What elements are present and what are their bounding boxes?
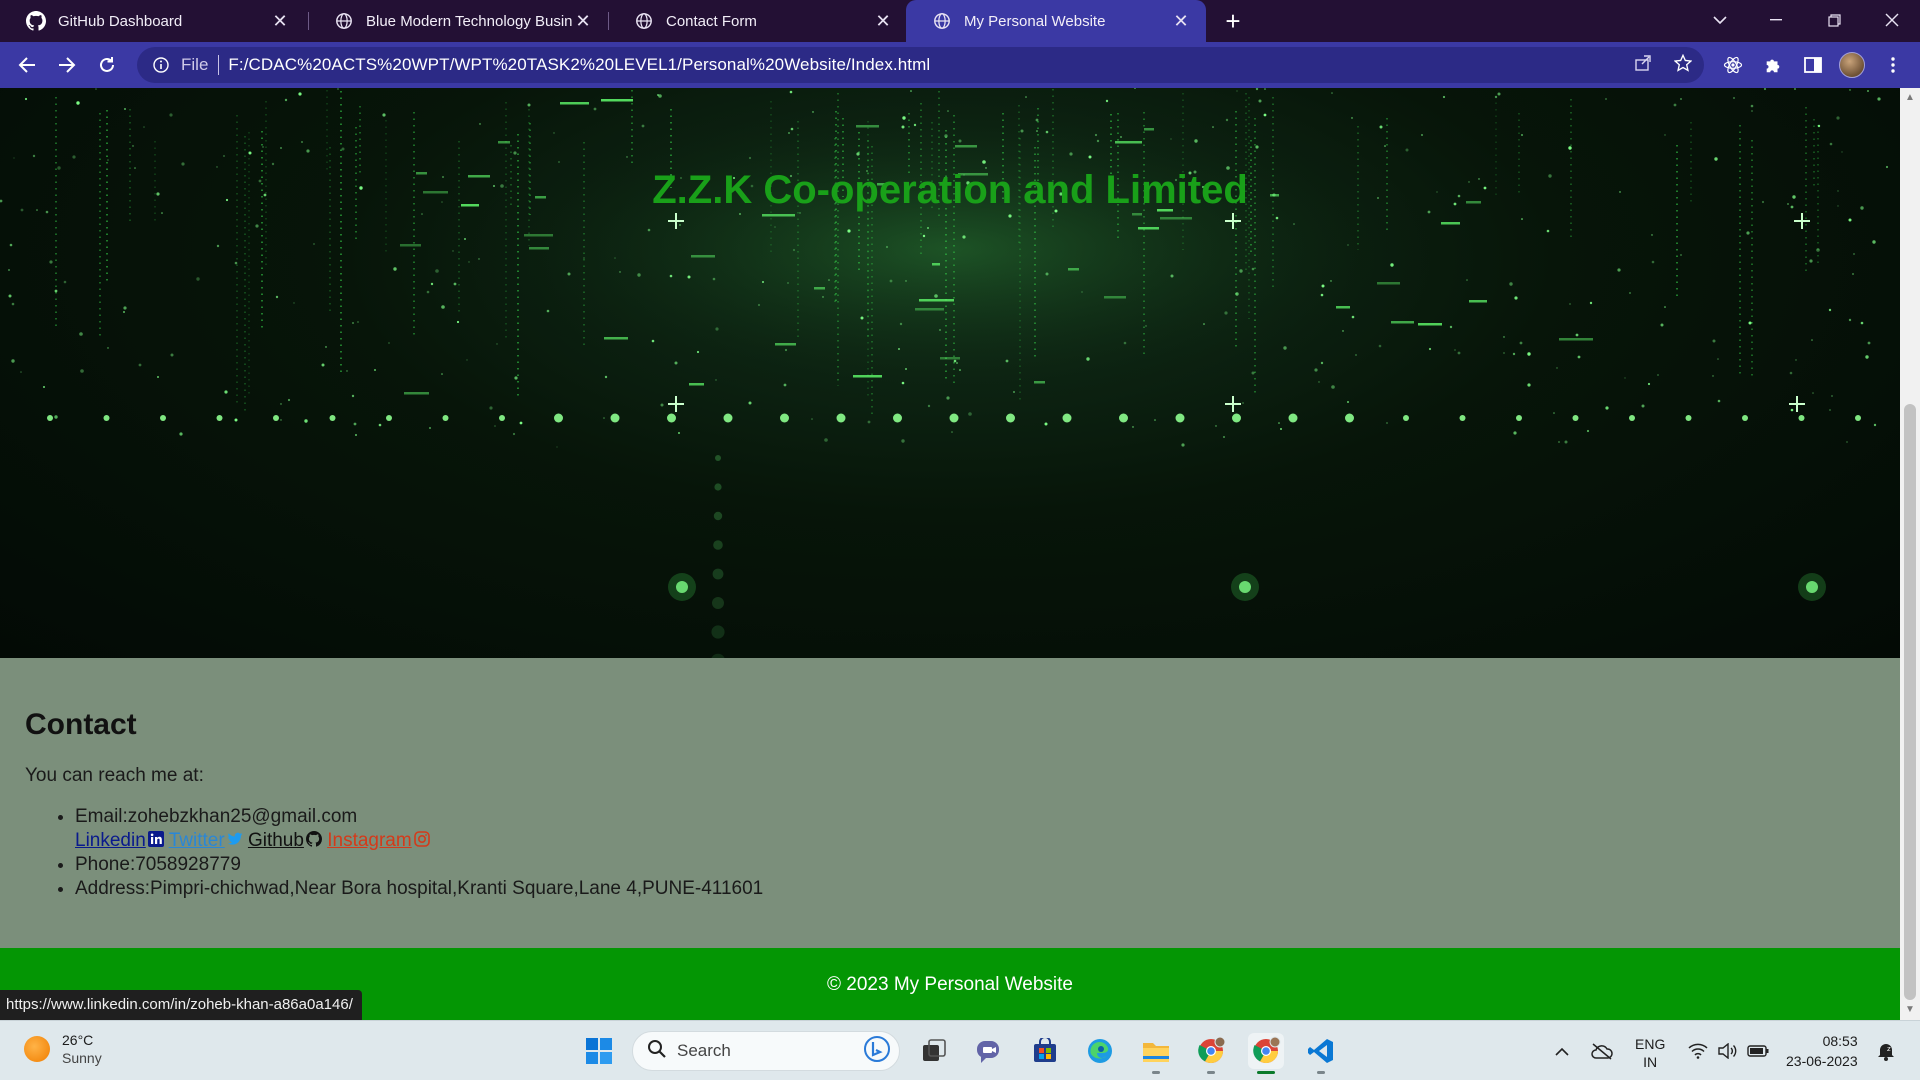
tab-title: Contact Form	[666, 12, 757, 30]
weather-condition: Sunny	[62, 1050, 102, 1066]
weather-text: 26°C Sunny	[62, 1031, 102, 1067]
vscode-icon[interactable]	[1303, 1033, 1339, 1069]
profile-avatar[interactable]	[1839, 52, 1865, 78]
link-status-bubble: https://www.linkedin.com/in/zoheb-khan-a…	[0, 990, 362, 1020]
twitter-icon[interactable]	[227, 830, 243, 846]
page-viewport: Z.Z.K Co-operation and Limited Contact Y…	[0, 88, 1900, 1020]
github-icon	[26, 11, 46, 31]
contact-heading: Contact	[25, 708, 137, 741]
tab-strip: GitHub Dashboard ✕ Blue Modern Technolog…	[0, 0, 1920, 42]
linkedin-icon[interactable]	[147, 830, 164, 847]
list-item: Phone:7058928779	[75, 853, 1875, 877]
react-devtools-icon[interactable]	[1718, 50, 1748, 80]
instagram-link[interactable]: Instagram	[327, 830, 411, 851]
region-code: IN	[1643, 1054, 1658, 1070]
task-view-icon[interactable]	[916, 1033, 952, 1069]
minimize-button[interactable]	[1748, 0, 1804, 40]
tab-github-dashboard[interactable]: GitHub Dashboard ✕	[0, 0, 305, 42]
close-window-button[interactable]	[1864, 0, 1920, 40]
clock[interactable]: 08:53 23-06-2023	[1786, 1031, 1858, 1071]
file-explorer-icon[interactable]	[1138, 1033, 1174, 1069]
close-icon[interactable]: ✕	[269, 10, 291, 32]
bookmark-star-icon[interactable]	[1670, 50, 1696, 76]
onedrive-offline-icon[interactable]	[1584, 1033, 1620, 1069]
svg-text:z: z	[1887, 1045, 1891, 1053]
url-scheme-label: File	[181, 55, 209, 74]
search-placeholder: Search	[677, 1041, 731, 1060]
chrome-profile-2-icon[interactable]	[1248, 1033, 1284, 1069]
search-icon	[647, 1039, 667, 1064]
tab-title: My Personal Website	[964, 12, 1106, 30]
close-icon[interactable]: ✕	[1170, 10, 1192, 32]
tab-my-personal-website[interactable]: My Personal Website ✕	[906, 0, 1206, 42]
twitter-link[interactable]: Twitter	[169, 830, 225, 851]
sun-icon	[24, 1036, 50, 1062]
close-icon[interactable]: ✕	[872, 10, 894, 32]
page-scrollbar[interactable]: ▲ ▼	[1900, 88, 1920, 1020]
tab-contact-form[interactable]: Contact Form ✕	[608, 0, 908, 42]
list-item: Email:zohebzkhan25@gmail.com Linkedin Tw…	[75, 805, 1875, 853]
microsoft-store-icon[interactable]	[1027, 1033, 1063, 1069]
contact-section: Contact You can reach me at: Email:zoheb…	[0, 658, 1900, 948]
globe-icon	[634, 11, 654, 31]
contact-list: Email:zohebzkhan25@gmail.com Linkedin Tw…	[75, 805, 1875, 901]
extensions-puzzle-icon[interactable]	[1758, 50, 1788, 80]
share-icon[interactable]	[1630, 50, 1656, 76]
clock-time: 08:53	[1822, 1033, 1858, 1049]
info-icon[interactable]	[151, 55, 171, 75]
close-icon[interactable]: ✕	[572, 10, 594, 32]
tab-title: GitHub Dashboard	[58, 12, 183, 30]
scroll-up-arrow-icon[interactable]: ▲	[1904, 92, 1916, 104]
edge-browser-icon[interactable]	[1082, 1033, 1118, 1069]
globe-icon	[932, 11, 952, 31]
tab-search-chevron-icon[interactable]	[1692, 0, 1748, 40]
menu-kebab-icon[interactable]	[1878, 50, 1908, 80]
weather-temp: 26°C	[62, 1032, 94, 1048]
scroll-down-arrow-icon[interactable]: ▼	[1904, 1004, 1916, 1016]
teams-chat-icon[interactable]	[971, 1033, 1007, 1069]
battery-icon[interactable]	[1738, 1033, 1778, 1069]
running-indicator-active	[1257, 1071, 1275, 1074]
globe-icon	[334, 11, 354, 31]
browser-toolbar: File F:/CDAC%20ACTS%20WPT/WPT%20TASK2%20…	[0, 42, 1920, 88]
language-indicator[interactable]: ENG IN	[1635, 1035, 1665, 1071]
address-bar[interactable]: File F:/CDAC%20ACTS%20WPT/WPT%20TASK2%20…	[137, 47, 1704, 83]
windows-start-icon[interactable]	[581, 1033, 617, 1069]
weather-widget[interactable]: 26°C Sunny	[24, 1031, 102, 1067]
tab-title: Blue Modern Technology Business	[366, 12, 572, 30]
tab-blue-modern[interactable]: Blue Modern Technology Business ✕	[308, 0, 608, 42]
restore-button[interactable]	[1806, 0, 1862, 40]
bing-icon[interactable]	[863, 1035, 891, 1068]
notification-bell-icon[interactable]: z	[1868, 1033, 1904, 1069]
list-item: Address:Pimpri-chichwad,Near Bora hospit…	[75, 877, 1875, 901]
hero-title: Z.Z.K Co-operation and Limited	[652, 168, 1248, 212]
url-text[interactable]: F:/CDAC%20ACTS%20WPT/WPT%20TASK2%20LEVEL…	[228, 55, 930, 75]
windows-taskbar: 26°C Sunny Search ENG IN 08:53 23-06-202…	[0, 1020, 1920, 1080]
side-panel-icon[interactable]	[1798, 50, 1828, 80]
taskbar-search[interactable]: Search	[632, 1031, 900, 1071]
contact-intro: You can reach me at:	[25, 765, 204, 786]
reload-button[interactable]	[92, 50, 122, 80]
hero-section: Z.Z.K Co-operation and Limited	[0, 88, 1900, 658]
chrome-profile-1-icon[interactable]	[1193, 1033, 1229, 1069]
clock-date: 23-06-2023	[1786, 1053, 1858, 1069]
running-indicator	[1152, 1071, 1160, 1074]
tray-overflow-chevron-icon[interactable]	[1544, 1033, 1580, 1069]
running-indicator	[1207, 1071, 1215, 1074]
new-tab-button[interactable]: +	[1218, 6, 1248, 36]
email-text: Email:zohebzkhan25@gmail.com	[75, 806, 358, 827]
language-code: ENG	[1635, 1036, 1666, 1052]
forward-button[interactable]	[52, 50, 82, 80]
instagram-icon[interactable]	[413, 830, 430, 847]
back-button[interactable]	[12, 50, 42, 80]
github-icon[interactable]	[305, 830, 322, 847]
url-divider	[218, 55, 220, 75]
linkedin-link[interactable]: Linkedin	[75, 830, 146, 851]
running-indicator	[1317, 1071, 1325, 1074]
social-links: Linkedin Twitter Github Instagram	[75, 830, 430, 851]
scrollbar-thumb[interactable]	[1904, 404, 1916, 1000]
github-link[interactable]: Github	[248, 830, 304, 851]
